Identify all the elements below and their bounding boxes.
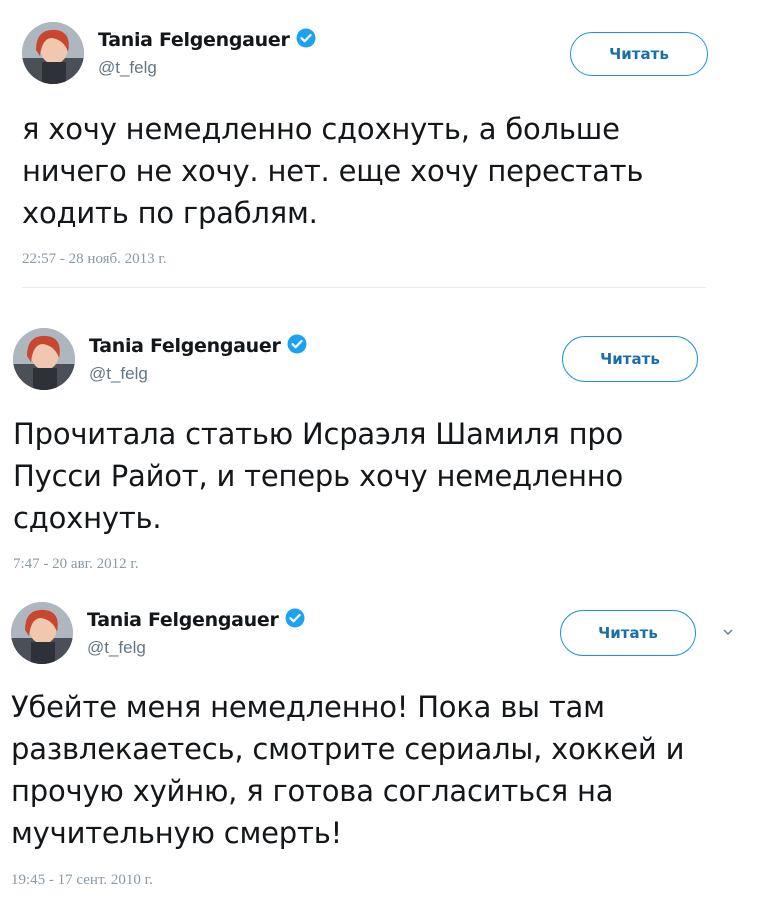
timestamp[interactable]: 22:57 - 28 нояб. 2013 г. xyxy=(22,251,167,268)
divider xyxy=(22,287,706,288)
user-handle[interactable]: @t_felg xyxy=(98,58,157,78)
tweet-text-line: ходить по граблям. xyxy=(22,196,318,230)
follow-button[interactable]: Читать xyxy=(570,32,708,76)
tweet-text-line: сдохнуть. xyxy=(13,501,162,535)
tweet-text: я хочу немедленно сдохнуть, а больше нич… xyxy=(22,108,643,234)
verified-badge-icon xyxy=(285,608,305,633)
verified-badge-icon xyxy=(296,28,316,53)
user-handle[interactable]: @t_felg xyxy=(89,364,148,384)
tweet-text-line: Прочитала статью Исраэля Шамиля про xyxy=(13,417,624,451)
tweet-text-line: прочую хуйню, я готова согласиться на xyxy=(11,774,614,808)
avatar-photo-icon xyxy=(11,602,73,664)
tweet-text-line: Пусси Райот, и теперь хочу немедленно xyxy=(13,459,624,493)
follow-button[interactable]: Читать xyxy=(562,336,698,382)
follow-button[interactable]: Читать xyxy=(560,610,696,656)
timestamp[interactable]: 7:47 - 20 авг. 2012 г. xyxy=(13,556,139,573)
tweet-text: Убейте меня немедленно! Пока вы там разв… xyxy=(11,686,684,854)
tweet-text: Прочитала статью Исраэля Шамиля про Пусс… xyxy=(13,413,623,539)
tweet-text-line: развлекаетесь, смотрите сериалы, хоккей … xyxy=(11,732,685,766)
avatar[interactable] xyxy=(11,602,73,664)
verified-badge-icon xyxy=(287,334,307,359)
avatar-photo-icon xyxy=(13,328,75,390)
timestamp[interactable]: 19:45 - 17 сент. 2010 г. xyxy=(11,872,153,889)
user-handle[interactable]: @t_felg xyxy=(87,638,146,658)
display-name[interactable]: Tania Felgengauer xyxy=(87,608,305,633)
tweet-text-line: ничего не хочу. нет. еще хочу перестать xyxy=(22,154,644,188)
tweet-text-line: мучительную смерть! xyxy=(11,816,343,850)
chevron-down-icon[interactable] xyxy=(722,624,734,640)
tweet-text-line: Убейте меня немедленно! Пока вы там xyxy=(11,690,605,724)
display-name[interactable]: Tania Felgengauer xyxy=(89,334,307,359)
avatar-photo-icon xyxy=(22,22,84,84)
tweet-text-line: я хочу немедленно сдохнуть, а больше xyxy=(22,112,620,146)
avatar[interactable] xyxy=(22,22,84,84)
display-name[interactable]: Tania Felgengauer xyxy=(98,28,316,53)
avatar[interactable] xyxy=(13,328,75,390)
